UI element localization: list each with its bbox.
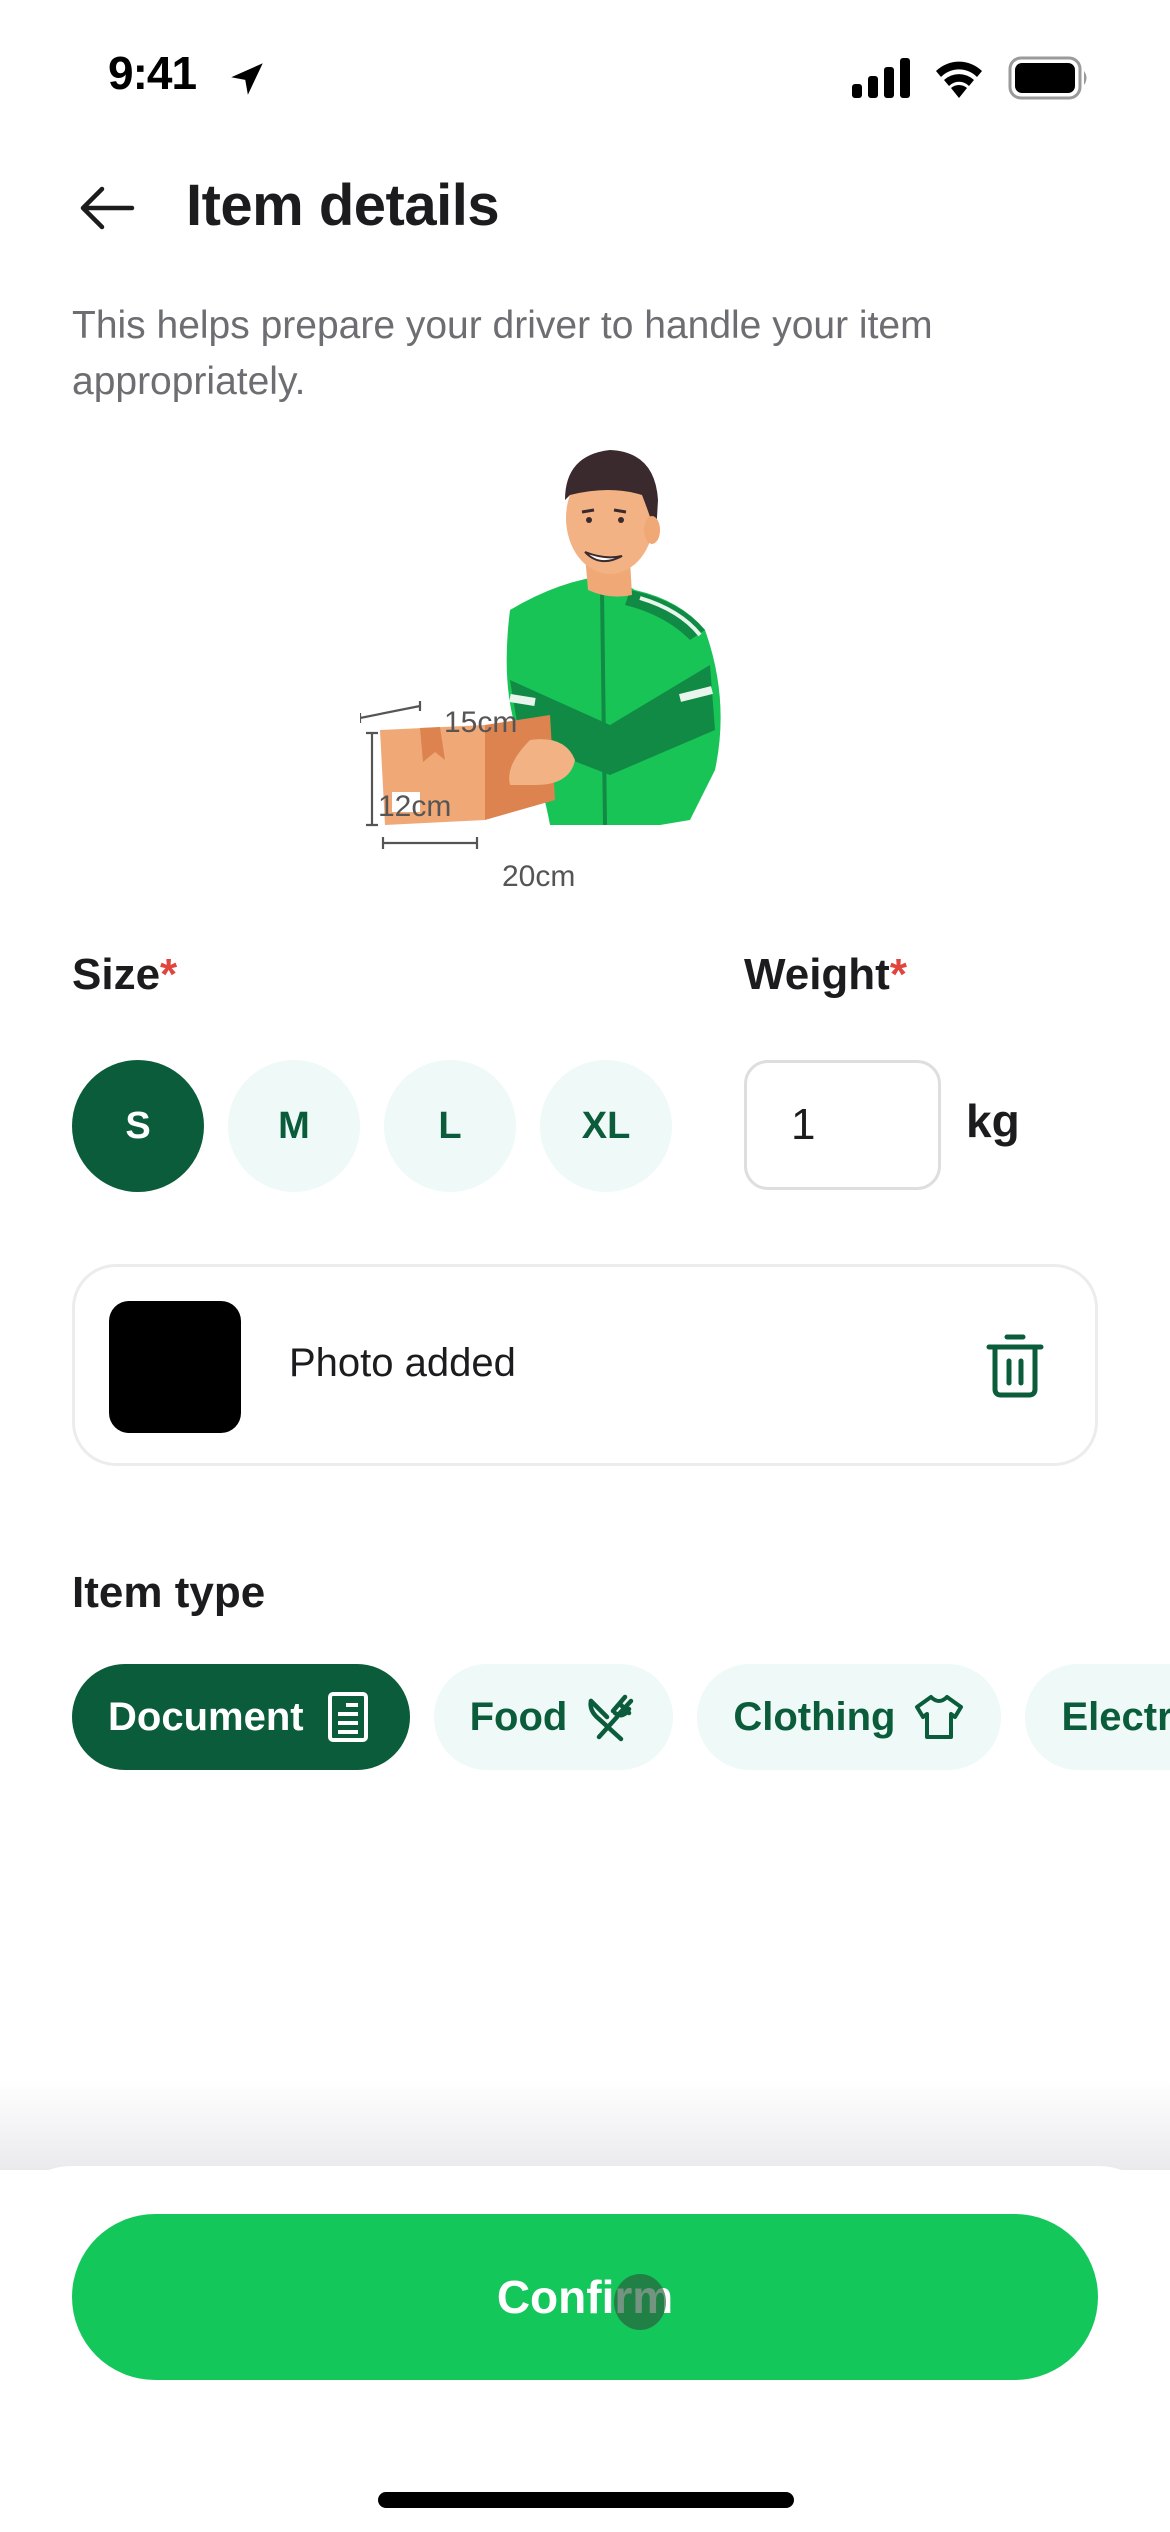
fork-knife-icon (588, 1694, 634, 1742)
tshirt-icon (915, 1695, 964, 1739)
item-type-clothing[interactable]: Clothing (697, 1664, 1002, 1770)
weight-label: Weight* (744, 950, 907, 1000)
battery-icon (1008, 56, 1087, 100)
page-description: This helps prepare your driver to handle… (72, 304, 933, 403)
home-indicator (378, 2492, 794, 2508)
item-type-label-document: Document (108, 1694, 304, 1739)
size-option-xl[interactable]: XL (540, 1060, 672, 1192)
photo-thumbnail[interactable] (109, 1301, 241, 1433)
size-label-text: Size (72, 950, 161, 999)
confirm-button[interactable]: Confirm (72, 2214, 1098, 2380)
item-type-electronics[interactable]: Electronics (1025, 1664, 1170, 1770)
size-option-s[interactable]: S (72, 1060, 204, 1192)
size-label: Size* (72, 950, 177, 1000)
photo-status: Photo added (289, 1341, 516, 1385)
bottom-sheet-shadow (0, 2080, 1170, 2170)
driver-illustration (360, 450, 721, 849)
required-mark: * (160, 950, 178, 999)
item-type-label-food: Food (469, 1694, 568, 1739)
arrow-left-icon (80, 186, 135, 230)
weight-unit: kg (966, 1095, 1020, 1147)
item-type-options: Document Food Clothing Electronics (72, 1664, 1170, 1770)
size-option-m[interactable]: M (228, 1060, 360, 1192)
touch-indicator (614, 2274, 666, 2330)
item-type-document[interactable]: Document (72, 1664, 410, 1770)
document-icon (327, 1692, 368, 1742)
status-bar: 9:41 (0, 0, 1170, 150)
dimension-height: 12cm (378, 790, 452, 823)
back-button[interactable] (74, 178, 140, 238)
dimension-width: 20cm (502, 860, 576, 893)
item-type-label-clothing: Clothing (733, 1694, 896, 1739)
size-option-l[interactable]: L (384, 1060, 516, 1192)
required-mark: * (889, 950, 907, 999)
dimension-depth: 15cm (444, 706, 518, 739)
photo-card: Photo added (72, 1264, 1098, 1466)
location-arrow-icon (231, 63, 263, 95)
weight-label-text: Weight (744, 950, 890, 999)
cellular-signal-icon (852, 58, 910, 98)
item-type-food[interactable]: Food (433, 1664, 674, 1770)
page-title: Item details (186, 173, 500, 238)
item-type-label: Item type (72, 1568, 266, 1617)
wifi-icon (936, 61, 982, 98)
size-options: S M L XL (72, 1060, 672, 1192)
weight-input[interactable] (744, 1060, 941, 1190)
status-time: 9:41 (108, 47, 197, 99)
item-type-label-electronics: Electronics (1061, 1694, 1170, 1739)
trash-icon (986, 1334, 1044, 1398)
delete-photo-button[interactable] (975, 1327, 1055, 1407)
